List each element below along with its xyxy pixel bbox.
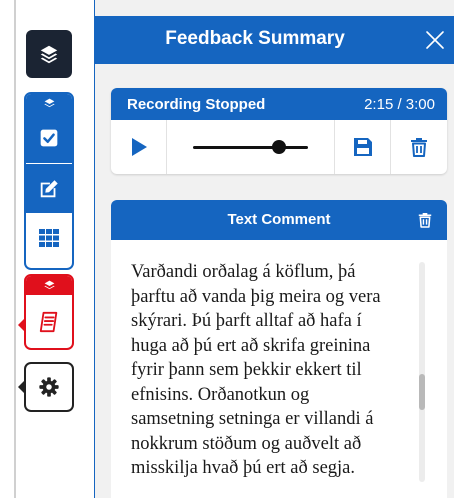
recording-card: Recording Stopped 2:15 / 3:00: [111, 88, 447, 174]
grid-tool[interactable]: [26, 213, 72, 263]
annotation-tool-group: [24, 92, 74, 270]
scrollbar-thumb[interactable]: [419, 374, 425, 410]
tool-rail: [0, 0, 94, 498]
comment-line: Varðandi orðalag á köflum, þá: [131, 262, 356, 282]
play-icon: [131, 138, 147, 156]
playback-slider[interactable]: [167, 120, 335, 174]
delete-recording-button[interactable]: [391, 120, 447, 174]
comment-line: misskilja hvað þú ert að segja.: [131, 458, 356, 478]
comment-line: skýrari. Þú þarft alltaf að hafa í: [131, 311, 362, 331]
active-tool-pointer: [18, 318, 25, 332]
comment-line: fyrir þann sem þekkir ekkert til: [131, 360, 362, 380]
layers-icon: [43, 280, 55, 290]
comment-line: efnisins. Orðanotkun og: [131, 384, 310, 405]
checkbox-tool[interactable]: [26, 113, 72, 163]
edit-icon: [40, 179, 58, 197]
comment-line: nokkrum stöðum og auðvelt að: [131, 433, 362, 454]
rail-divider: [14, 0, 16, 498]
recording-status: Recording Stopped: [127, 95, 266, 113]
comment-line: samsetning setninga er villandi á: [131, 409, 374, 429]
gear-icon: [39, 377, 59, 397]
slider-track: [193, 146, 308, 149]
panel-header: Feedback Summary: [95, 16, 454, 64]
trash-icon: [411, 138, 427, 157]
play-button[interactable]: [111, 120, 167, 174]
settings-pointer: [18, 380, 25, 394]
checkbox-icon: [40, 129, 58, 147]
group-header: [26, 94, 72, 113]
panel-title: Feedback Summary: [165, 28, 345, 49]
save-button[interactable]: [335, 120, 391, 174]
delete-comment-button[interactable]: [415, 210, 435, 230]
comment-line: þarftu að vanda þig meira og vera: [131, 286, 381, 307]
feedback-tool-group: [24, 274, 74, 350]
comment-text[interactable]: Varðandi orðalag á köflum, þá þarftu að …: [131, 260, 399, 481]
close-button[interactable]: [421, 26, 449, 54]
recording-header: Recording Stopped 2:15 / 3:00: [111, 88, 447, 120]
feedback-summary-tool[interactable]: [26, 295, 72, 348]
feedback-panel: Feedback Summary Recording Stopped 2:15 …: [94, 0, 454, 498]
comment-line: huga að þú ert að skrifa greinina: [131, 335, 371, 356]
layers-icon: [40, 45, 58, 64]
layers-button[interactable]: [26, 30, 72, 78]
close-icon: [426, 31, 444, 49]
notepad-icon: [39, 311, 58, 332]
comment-header: Text Comment: [111, 200, 447, 240]
layers-icon: [43, 98, 55, 108]
text-comment-card: Text Comment Varðandi orðalag á köflum, …: [111, 200, 447, 498]
comment-scrollbar[interactable]: [419, 262, 425, 482]
group-header: [26, 276, 72, 295]
save-icon: [353, 138, 372, 156]
grid-icon: [39, 229, 59, 247]
comment-title: Text Comment: [227, 211, 331, 228]
settings-button[interactable]: [24, 362, 74, 412]
trash-icon: [418, 213, 432, 228]
slider-handle[interactable]: [272, 140, 287, 154]
edit-comment-tool[interactable]: [26, 163, 72, 213]
recording-controls: [111, 120, 447, 174]
recording-time: 2:15 / 3:00: [364, 95, 435, 113]
